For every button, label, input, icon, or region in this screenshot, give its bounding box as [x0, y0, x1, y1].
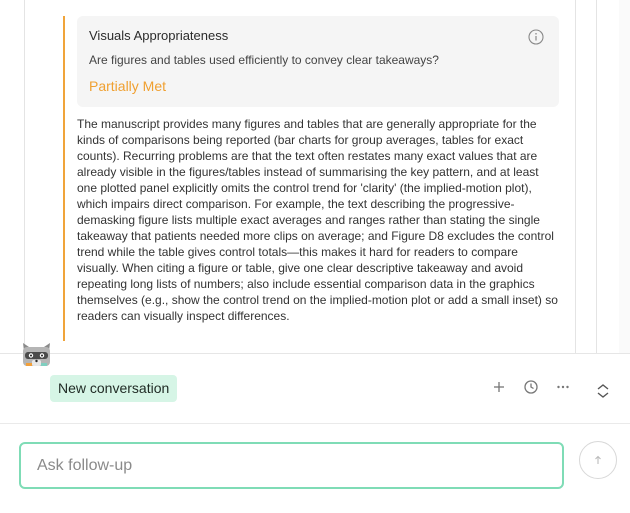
criterion-status: Partially Met: [89, 78, 167, 94]
arrow-up-icon: [595, 455, 601, 464]
chat-panel-divider: [0, 423, 630, 424]
criterion-title: Visuals Appropriateness: [89, 28, 229, 43]
criterion-question: Are figures and tables used efficiently …: [89, 53, 439, 67]
expand-collapse-icon[interactable]: [594, 382, 612, 400]
conversation-title-button[interactable]: New conversation: [50, 375, 178, 402]
more-icon[interactable]: [554, 378, 572, 396]
criterion-accent-bar: [63, 16, 65, 341]
app-page: Visuals Appropriateness Are figures and …: [0, 0, 630, 513]
send-button[interactable]: [579, 441, 617, 479]
plus-icon[interactable]: [490, 378, 508, 396]
document-frame-left-border: [24, 0, 25, 353]
document-frame-right-border: [596, 0, 597, 353]
assistant-avatar-icon: [20, 341, 53, 367]
history-icon[interactable]: [522, 378, 540, 396]
info-icon[interactable]: [528, 29, 544, 45]
chat-panel: New conversation: [0, 353, 630, 513]
document-frame-inner-right-border: [575, 0, 576, 353]
feedback-body-text: The manuscript provides many figures and…: [77, 117, 558, 323]
criterion-card: Visuals Appropriateness Are figures and …: [77, 16, 559, 107]
ask-follow-up-input[interactable]: [19, 442, 564, 489]
scrollbar-track[interactable]: [619, 0, 630, 353]
